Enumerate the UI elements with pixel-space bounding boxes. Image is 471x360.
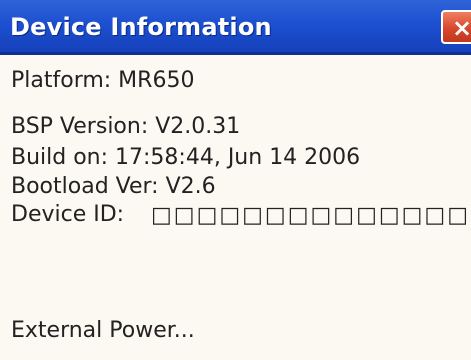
device-id-value: □□□□□□□□□□□□□□ (151, 206, 471, 226)
device-id-label: Device ID: (11, 202, 125, 227)
window-title: Device Information (10, 13, 272, 41)
bootload-version-info: Bootload Ver: V2.6 (11, 174, 216, 199)
build-date-info: Build on: 17:58:44, Jun 14 2006 (11, 145, 361, 170)
platform-info: Platform: MR650 (11, 68, 195, 93)
bsp-version-info: BSP Version: V2.0.31 (11, 114, 241, 139)
close-icon: × (452, 14, 471, 42)
title-bar: Device Information × (0, 0, 471, 55)
close-button[interactable]: × (441, 10, 471, 44)
device-information-window: Device Information × Platform: MR650 BSP… (0, 0, 471, 360)
external-power-status: External Power... (11, 318, 195, 343)
